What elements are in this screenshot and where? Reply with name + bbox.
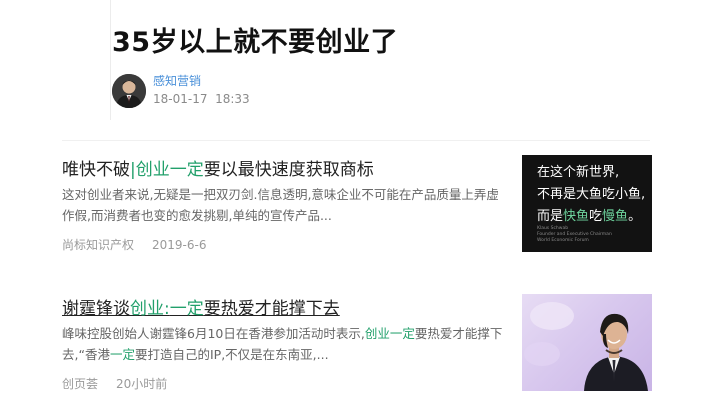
author-name-link[interactable]: 感知营销 xyxy=(153,72,201,89)
title-text: 要热爱才能撑下去 xyxy=(203,299,340,319)
title-keyword: 一定 xyxy=(169,160,204,180)
news-meta-2: 创页荟 20小时前 xyxy=(62,375,167,392)
page: 35岁以上就不要创业了 感知营销 18-01-17 18:33 唯快不破|创业一… xyxy=(0,0,709,420)
thumb-text: 吃 xyxy=(589,209,603,224)
title-text: 要以最快速度获取商标 xyxy=(203,160,374,180)
summary-keyword: 一定 xyxy=(109,347,135,362)
summary-text: 峰味控股创始人谢霆锋6月10日在香港参加活动时表示, xyxy=(62,326,365,341)
person-photo-icon xyxy=(524,302,648,391)
news-source[interactable]: 创页荟 xyxy=(62,377,98,391)
article-title: 35岁以上就不要创业了 xyxy=(112,27,399,58)
title-text: 唯快不破 xyxy=(62,160,130,180)
title-text: 谢霆锋谈 xyxy=(62,299,130,319)
news-meta-1: 尚标知识产权 2019-6-6 xyxy=(62,236,206,253)
news-summary-1: 这对创业者来说,无疑是一把双刃剑.信息透明,意味企业不可能在产品质量上弄虚作假,… xyxy=(62,187,499,223)
post-timestamp: 18-01-17 18:33 xyxy=(153,92,250,106)
news-summary-2: 峰味控股创始人谢霆锋6月10日在香港参加活动时表示,创业一定要热爱才能撑下去,“… xyxy=(62,323,504,365)
section-divider xyxy=(62,140,650,141)
thumb-text-highlight: 快鱼 xyxy=(563,209,590,224)
news-thumbnail-1[interactable]: 在这个新世界, 不再是大鱼吃小鱼, 而是快鱼吃慢鱼。 Klaus Schwab … xyxy=(522,155,652,252)
title-keyword: 一定 xyxy=(169,299,204,319)
title-keyword: 创业 xyxy=(135,160,170,180)
thumb-text-line: 不再是大鱼吃小鱼, xyxy=(537,187,646,202)
left-rule xyxy=(110,0,111,120)
news-item-2[interactable]: 谢霆锋谈创业:一定要热爱才能撑下去 峰味控股创始人谢霆锋6月10日在香港参加活动… xyxy=(62,294,652,394)
author-avatar[interactable] xyxy=(112,74,146,108)
news-date: 20小时前 xyxy=(116,377,168,391)
thumb-text-line: 而是快鱼吃慢鱼。 xyxy=(537,205,641,224)
news-date: 2019-6-6 xyxy=(152,238,207,252)
post-date: 18-01-17 xyxy=(153,92,208,106)
avatar-photo-icon xyxy=(112,74,146,108)
news-item-1[interactable]: 唯快不破|创业一定要以最快速度获取商标 这对创业者来说,无疑是一把双刃剑.信息透… xyxy=(62,155,652,255)
title-keyword: 创业 xyxy=(130,299,164,319)
thumb-text: 而是 xyxy=(537,209,564,224)
thumb-text-highlight: 慢鱼 xyxy=(602,209,629,224)
news-title-1[interactable]: 唯快不破|创业一定要以最快速度获取商标 xyxy=(62,155,374,180)
news-source[interactable]: 尚标知识产权 xyxy=(62,238,134,252)
post-time: 18:33 xyxy=(215,92,250,106)
news-thumbnail-2[interactable] xyxy=(522,294,652,391)
caption-line: World Economic Forum xyxy=(537,238,589,243)
news-title-2[interactable]: 谢霆锋谈创业:一定要热爱才能撑下去 xyxy=(62,294,340,319)
summary-keyword: 一定 xyxy=(389,326,415,341)
thumb-text: 。 xyxy=(628,209,642,224)
summary-keyword: 创业 xyxy=(364,326,390,341)
summary-text: 要打造自己的IP,不仅是在东南亚,... xyxy=(134,347,329,362)
thumb-caption: Klaus Schwab Founder and Executive Chair… xyxy=(537,226,612,244)
thumb-text-line: 在这个新世界, xyxy=(537,165,620,180)
